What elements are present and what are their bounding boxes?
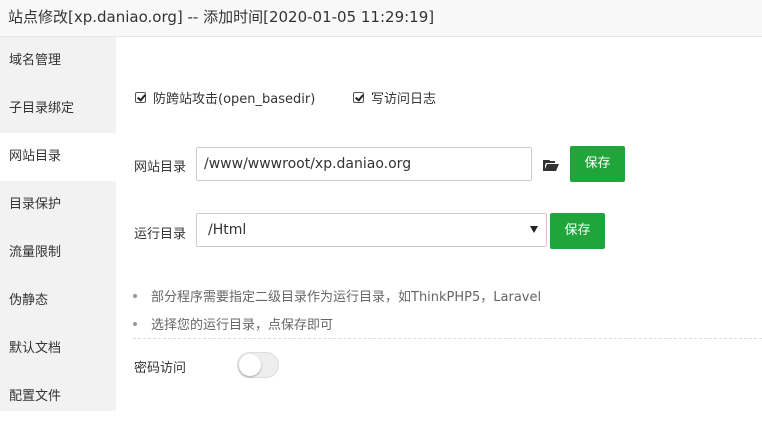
list-item: 部分程序需要指定二级目录作为运行目录，如ThinkPHP5，Laravel bbox=[133, 286, 541, 305]
toggle-knob[interactable] bbox=[239, 354, 261, 376]
checkbox-open-basedir-label: 防跨站攻击(open_basedir) bbox=[153, 92, 316, 107]
list-item: 选择您的运行目录，点保存即可 bbox=[133, 314, 333, 333]
run-dir-selected-value: /Html bbox=[208, 222, 247, 238]
sidebar-item-traffic-limit[interactable]: 流量限制 bbox=[0, 229, 116, 277]
run-dir-select[interactable]: /Html bbox=[196, 213, 547, 247]
run-dir-label: 运行目录 bbox=[134, 227, 187, 242]
sidebar-item-domain[interactable]: 域名管理 bbox=[0, 37, 116, 85]
sidebar-item-site-dir[interactable]: 网站目录 bbox=[0, 133, 116, 181]
sidebar-item-rewrite[interactable]: 伪静态 bbox=[0, 277, 116, 325]
sidebar: 域名管理 子目录绑定 网站目录 目录保护 流量限制 伪静态 默认文档 配置文件 bbox=[0, 37, 116, 411]
folder-open-icon[interactable] bbox=[542, 157, 560, 173]
checkbox-access-log-label: 写访问日志 bbox=[371, 92, 437, 107]
password-access-label: 密码访问 bbox=[134, 361, 187, 376]
bullet-icon bbox=[133, 321, 137, 326]
caret-down-icon bbox=[530, 226, 538, 233]
window-title: 站点修改[xp.daniao.org] -- 添加时间[2020-01-05 1… bbox=[8, 8, 435, 26]
password-access-toggle[interactable] bbox=[237, 352, 279, 378]
sidebar-item-config-file[interactable]: 配置文件 bbox=[0, 373, 116, 421]
checkbox-open-basedir[interactable]: 防跨站攻击(open_basedir) bbox=[135, 88, 315, 107]
checkbox-checked-icon[interactable] bbox=[135, 92, 146, 103]
site-dir-save-button[interactable]: 保存 bbox=[570, 146, 625, 182]
checkbox-access-log[interactable]: 写访问日志 bbox=[353, 88, 436, 107]
checkbox-checked-icon[interactable] bbox=[353, 92, 364, 103]
sidebar-item-subdir-binding[interactable]: 子目录绑定 bbox=[0, 85, 116, 133]
bullet-icon bbox=[133, 293, 137, 298]
divider bbox=[133, 338, 762, 339]
site-dir-label: 网站目录 bbox=[134, 160, 187, 175]
sidebar-item-dir-protection[interactable]: 目录保护 bbox=[0, 181, 116, 229]
run-dir-save-button[interactable]: 保存 bbox=[550, 213, 605, 249]
title-bar: 站点修改[xp.daniao.org] -- 添加时间[2020-01-05 1… bbox=[0, 0, 762, 37]
site-dir-input[interactable]: /www/wwwroot/xp.daniao.org bbox=[196, 147, 532, 181]
main-panel: 防跨站攻击(open_basedir) 写访问日志 网站目录 /www/wwwr… bbox=[116, 37, 762, 411]
sidebar-item-default-doc[interactable]: 默认文档 bbox=[0, 325, 116, 373]
